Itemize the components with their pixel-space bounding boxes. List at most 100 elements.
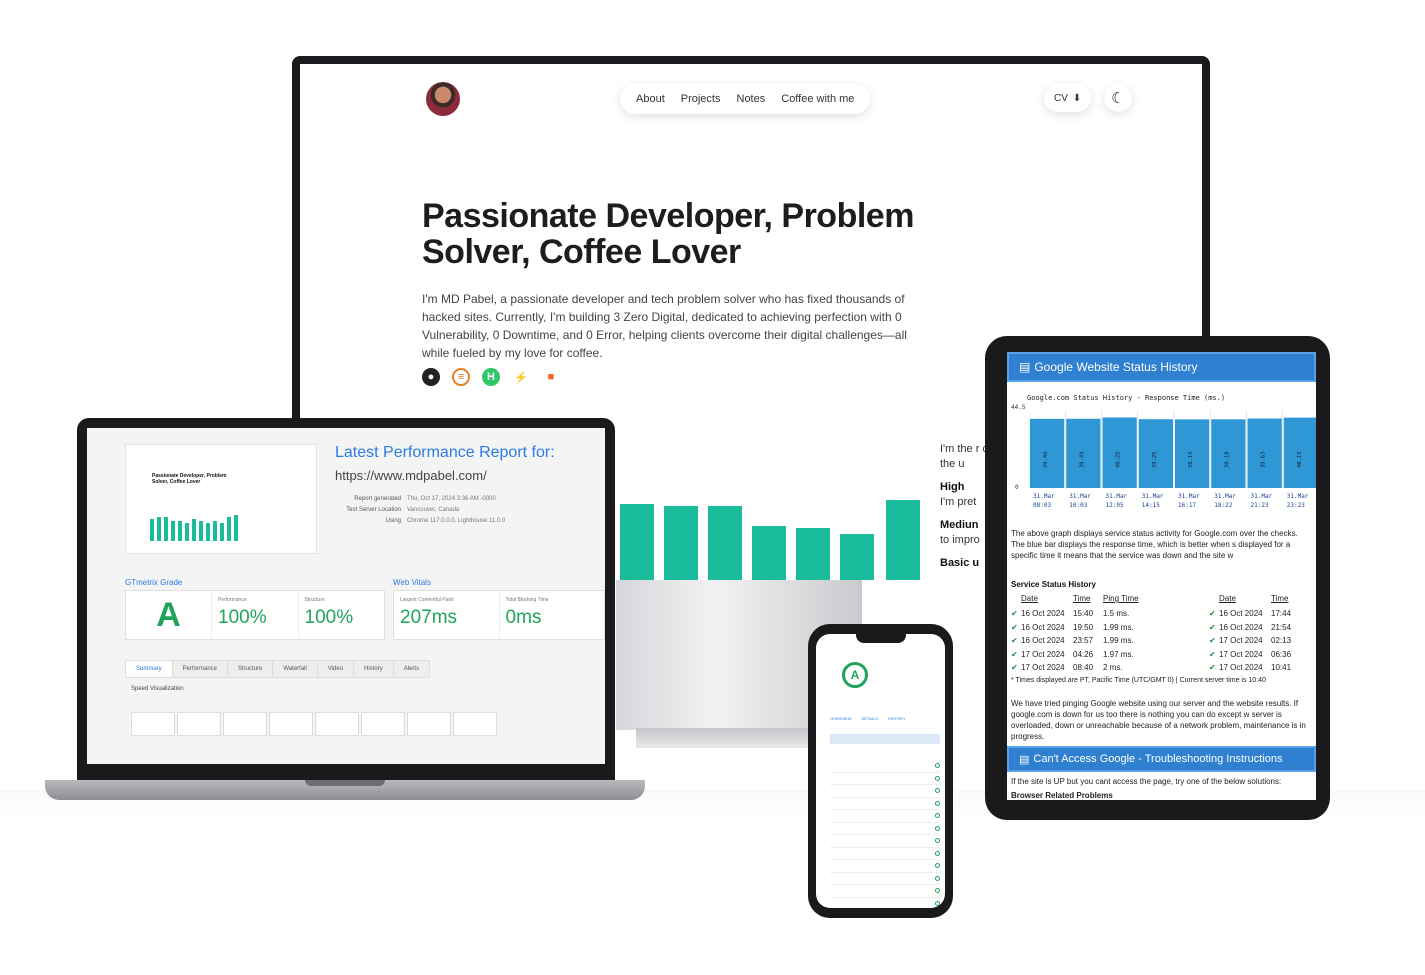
- check-icon: ✔: [1209, 649, 1216, 659]
- lcp-label: Largest Contentful Paint: [400, 597, 454, 603]
- row-ping: 1.97 ms.: [1103, 649, 1134, 659]
- theme-toggle-icon[interactable]: ☾: [1104, 84, 1132, 112]
- site-thumbnail: Passionate Developer, Problem Solver, Co…: [125, 444, 317, 554]
- page-icon: ▤: [1019, 360, 1031, 374]
- list-item: [830, 860, 940, 873]
- list-item: [830, 835, 940, 848]
- lcp-metric: Largest Contentful Paint 207ms: [394, 591, 500, 639]
- row-time: 15:40: [1073, 609, 1094, 619]
- laptop-notch: [305, 780, 385, 786]
- check-icon: ✔: [1209, 622, 1216, 632]
- hero-text: I'm MD Pabel, a passionate developer and…: [422, 292, 907, 360]
- troubleshoot-title: Can't Access Google - Troubleshooting In…: [1033, 753, 1283, 765]
- chart-title: Google.com Status History - Response Tim…: [1027, 394, 1226, 402]
- row-time: 08:40: [1073, 663, 1094, 673]
- upwork-icon[interactable]: ■: [542, 368, 560, 386]
- meta-key: Report generated: [354, 496, 401, 502]
- performance-metric: Performance 100%: [212, 591, 299, 639]
- list-item: [830, 848, 940, 860]
- x-tick-label: 31.Mar: [1069, 493, 1091, 500]
- skill-bar: [840, 534, 874, 580]
- x-tick-label: 31.Mar: [1106, 493, 1128, 500]
- tab-alerts[interactable]: Alerts: [392, 660, 431, 678]
- y-axis-zero: 0: [1015, 484, 1019, 491]
- main-nav: About Projects Notes Coffee with me: [620, 84, 871, 114]
- graph-description: The above graph displays service status …: [1011, 529, 1298, 560]
- phone-tab-details[interactable]: DETAILS: [862, 716, 878, 721]
- check-icon: ✔: [1011, 622, 1018, 632]
- col-date: Date: [1219, 594, 1236, 603]
- hackerrank-icon[interactable]: H: [482, 368, 500, 386]
- gtmetrix-report-page: Passionate Developer, Problem Solver, Co…: [87, 428, 605, 764]
- skill-bar: [886, 500, 920, 580]
- row-date: 17 Oct 2024: [1219, 649, 1263, 659]
- row-date: 16 Oct 2024: [1219, 622, 1263, 632]
- avatar[interactable]: [426, 82, 460, 116]
- tab-structure[interactable]: Structure: [227, 660, 274, 678]
- row-ping: 1.99 ms.: [1103, 622, 1134, 632]
- meta-value: Thu, Oct 17, 2024 3:36 AM -0000: [407, 496, 496, 502]
- performance-value: 100%: [218, 607, 267, 628]
- speed-frames: [131, 712, 497, 736]
- bar-value-label: 39.18: [1224, 451, 1230, 468]
- table-row: ✔ 16 Oct 2024 21:54: [1209, 621, 1301, 635]
- table-row: ✔ 16 Oct 2024 17:44: [1209, 607, 1301, 621]
- speed-frame: [177, 712, 221, 736]
- table-row: ✔ 16 Oct 2024 23:57 1.99 ms.: [1011, 634, 1203, 648]
- lightning-icon[interactable]: ⚡: [512, 368, 530, 386]
- bar-value-label: 40.25: [1116, 451, 1122, 468]
- check-icon: ✔: [1011, 663, 1018, 673]
- check-icon: ✔: [1011, 649, 1018, 659]
- timezone-footnote: * Times displayed are PT, Pacific Time (…: [1011, 676, 1266, 684]
- speed-visualization-label: Speed Visualization: [131, 686, 184, 692]
- x-tick-label: 14:15: [1142, 502, 1160, 509]
- phone-grade: A: [842, 662, 868, 688]
- history-left-rows: ✔ 16 Oct 2024 15:40 1.5 ms. ✔ 16 Oct 2024 19:5…: [1011, 607, 1203, 675]
- history-header: Date Time Ping Time: [1011, 594, 1203, 607]
- check-icon: ✔: [1011, 636, 1018, 646]
- phone-tab-overview[interactable]: OVERVIEW: [830, 716, 852, 721]
- nav-projects[interactable]: Projects: [681, 93, 721, 105]
- tab-waterfall[interactable]: Waterfall: [272, 660, 318, 678]
- phone-notice: [830, 734, 940, 744]
- phone-tab-history[interactable]: HISTORY: [888, 716, 906, 721]
- stackoverflow-icon[interactable]: ≡: [452, 368, 470, 386]
- phone: A OVERVIEW DETAILS HISTORY: [808, 624, 953, 918]
- tab-history[interactable]: History: [353, 660, 394, 678]
- row-date: 17 Oct 2024: [1021, 663, 1065, 673]
- browser-problems-heading: Browser Related Problems: [1011, 791, 1113, 800]
- bar-value-label: 40.15: [1297, 451, 1303, 468]
- list-item: [830, 898, 940, 909]
- tablet: ▤ Google Website Status History Google.c…: [985, 336, 1330, 820]
- page-icon: ▤: [1019, 753, 1030, 766]
- x-tick-label: 21:23: [1251, 502, 1269, 509]
- tbt-metric: Total Blocking Time 0ms: [500, 591, 605, 639]
- list-item: [830, 785, 940, 798]
- x-tick-label: 31.Mar: [1033, 493, 1055, 500]
- row-time: 06:36: [1271, 649, 1292, 659]
- web-vitals-label: Web Vitals: [393, 578, 431, 587]
- x-tick-label: 31.Mar: [1287, 493, 1309, 500]
- check-icon: ✔: [1011, 609, 1018, 619]
- table-row: ✔ 17 Oct 2024 04:26 1.97 ms.: [1011, 648, 1203, 662]
- col-time: Time: [1271, 594, 1289, 603]
- bar-value-label: 39.46: [1043, 451, 1049, 468]
- cv-download-button[interactable]: CV ⬇: [1044, 84, 1092, 112]
- report-tabs: Summary Performance Structure Waterfall …: [125, 660, 431, 678]
- thumb-bars: [150, 515, 238, 541]
- tab-performance[interactable]: Performance: [171, 660, 229, 678]
- github-icon[interactable]: ●: [422, 368, 440, 386]
- nav-coffee[interactable]: Coffee with me: [781, 93, 854, 105]
- tab-video[interactable]: Video: [316, 660, 355, 678]
- row-time: 23:57: [1073, 636, 1094, 646]
- grade-panel: A Performance 100% Structure 100%: [125, 590, 385, 640]
- report-url[interactable]: https://www.mdpabel.com/: [335, 468, 487, 483]
- bar-value-label: 39.15: [1188, 451, 1194, 468]
- tab-summary[interactable]: Summary: [125, 660, 173, 678]
- history-left: Date Time Ping Time ✔ 16 Oct 2024 15:40 1.5…: [1011, 594, 1203, 675]
- gtmetrix-grade-label: GTmetrix Grade: [125, 578, 183, 587]
- nav-about[interactable]: About: [636, 93, 665, 105]
- nav-notes[interactable]: Notes: [737, 93, 766, 105]
- troubleshoot-text: If the site is UP but you cant access th…: [1011, 777, 1282, 786]
- status-history-page: ▤ Google Website Status History Google.c…: [1007, 352, 1316, 800]
